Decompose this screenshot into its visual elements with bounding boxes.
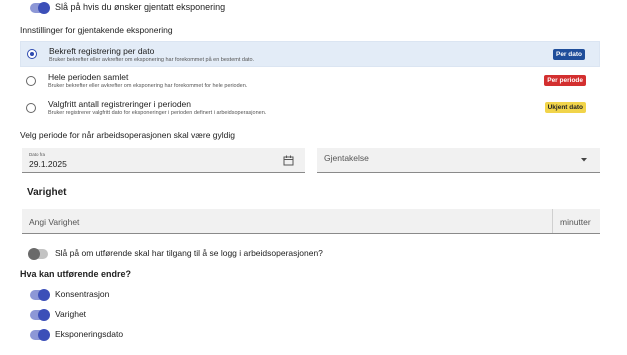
log-access-toggle[interactable] <box>28 248 48 260</box>
repeat-exposure-toggle[interactable] <box>30 2 50 14</box>
option-whole-period[interactable]: Hele perioden samlet Bruker bekrefter el… <box>20 68 600 94</box>
option-per-date-title: Bekreft registrering per dato <box>49 46 155 56</box>
duration-placeholder: Angi Varighet <box>29 217 80 227</box>
date-from-label: Dato fra <box>29 152 46 157</box>
duration-unit: minutter <box>560 217 591 227</box>
calendar-icon[interactable] <box>283 155 294 166</box>
badge-unknown-date: Ukjent dato <box>544 102 586 113</box>
option-per-date-description: Bruker bekrefter eller avkrefter om eksp… <box>49 57 255 63</box>
date-from-field[interactable]: Dato fra 29.1.2025 <box>22 148 305 173</box>
duration-edit-label: Varighet <box>55 309 87 319</box>
repeat-select[interactable]: Gjentakelse <box>317 148 600 173</box>
settings-heading: Innstillinger for gjentakende eksponerin… <box>20 25 173 35</box>
concentration-toggle[interactable] <box>30 289 50 301</box>
option-per-date-radio[interactable] <box>27 49 37 59</box>
option-whole-period-title: Hele perioden samlet <box>48 72 129 82</box>
duration-input[interactable]: Angi Varighet minutter <box>22 209 600 234</box>
option-whole-period-radio[interactable] <box>26 76 36 86</box>
duration-toggle[interactable] <box>30 309 50 321</box>
option-whole-period-description: Bruker bekrefter eller avkrefter om eksp… <box>48 83 248 89</box>
repeat-select-placeholder: Gjentakelse <box>324 153 369 163</box>
exposure-date-toggle[interactable] <box>30 329 50 341</box>
option-optional-count-description: Bruker registrerer valgfritt dato for ek… <box>48 110 267 116</box>
badge-per-period: Per periode <box>544 75 586 86</box>
period-heading: Velg periode for når arbeidsoperasjonen … <box>20 130 235 140</box>
exposure-date-label: Eksponeringsdato <box>55 329 124 339</box>
option-optional-count-radio[interactable] <box>26 103 36 113</box>
concentration-label: Konsentrasjon <box>55 289 110 299</box>
duration-heading: Varighet <box>27 187 67 198</box>
option-per-date[interactable]: Bekreft registrering per dato Bruker bek… <box>20 41 600 67</box>
duration-unit-divider <box>552 209 553 233</box>
option-optional-count-title: Valgfritt antall registreringer i period… <box>48 99 191 109</box>
date-from-value: 29.1.2025 <box>29 159 67 169</box>
edit-permissions-heading: Hva kan utførende endre? <box>20 269 132 279</box>
badge-per-date: Per dato <box>552 49 585 60</box>
log-access-label: Slå på om utførende skal har tilgang til… <box>55 248 323 258</box>
option-optional-count[interactable]: Valgfritt antall registreringer i period… <box>20 95 600 121</box>
dropdown-arrow-icon[interactable] <box>581 158 587 162</box>
repeat-exposure-label: Slå på hvis du ønsker gjentatt eksponeri… <box>55 2 226 12</box>
